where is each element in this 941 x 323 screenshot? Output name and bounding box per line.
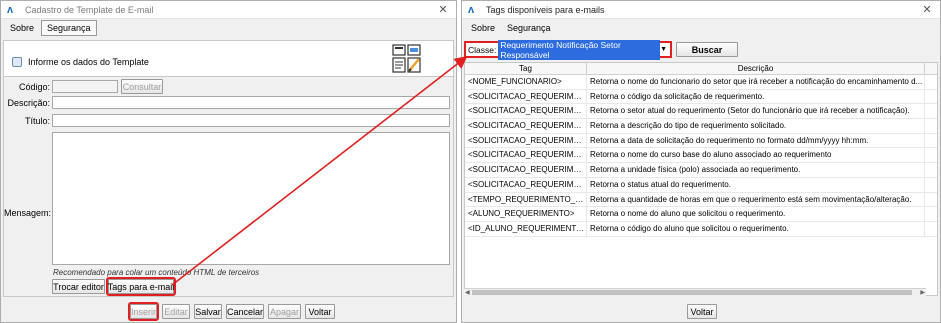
description-cell: Retorna a data de solicitação do requeri… [587,133,925,148]
tag-cell: <SOLICITACAO_REQUERIMENT... [465,133,587,148]
table-row[interactable]: <ID_ALUNO_REQUERIMENTO> Retorna o código … [465,221,937,237]
dropdown-arrow-icon[interactable]: ▼ [660,46,667,53]
codigo-field[interactable] [52,80,118,93]
titulo-field[interactable] [52,114,450,127]
trocar-editor-button[interactable]: Trocar editor [52,279,105,294]
description-cell: Retorna o código do aluno que solicitou … [587,221,925,236]
tag-cell: <SOLICITACAO_REQUERIMENT... [465,89,587,104]
template-email-window: ʌ Cadastro de Template de E-mail ✕ Sobre… [0,0,457,323]
tag-cell: <SOLICITACAO_REQUERIMENT... [465,163,587,177]
template-panel: Informe os dados do Template Código: Con… [3,40,454,297]
classe-bar: Classe: Requerimento Notificação Setor R… [464,39,938,60]
descricao-field[interactable] [52,96,450,109]
table-row[interactable]: <SOLICITACAO_REQUERIMENT... Retorna a des… [465,119,937,134]
tag-cell: <SOLICITACAO_REQUERIMENT... [465,177,587,192]
description-cell: Retorna o nome do funcionario do setor q… [587,75,925,89]
tag-cell: <TEMPO_REQUERIMENTO_SEM... [465,192,587,207]
table-row[interactable]: <SOLICITACAO_REQUERIMENT... Retorna o nom… [465,148,937,164]
voltar-right-button[interactable]: Voltar [687,304,717,319]
description-cell: Retorna a descrição do tipo de requerime… [587,119,925,133]
table-row[interactable]: <SOLICITACAO_REQUERIMENT... Retorna o cód… [465,89,937,105]
tag-cell: <SOLICITACAO_REQUERIMENT... [465,104,587,119]
menu-seguranca[interactable]: Segurança [502,21,556,35]
apagar-button[interactable]: Apagar [268,304,301,319]
panel-header: Informe os dados do Template [4,41,453,77]
table-body: <NOME_FUNCIONARIO> Retorna o nome do func… [465,75,937,237]
html-hint: Recomendado para colar um conteúdo HTML … [53,268,260,277]
table-row[interactable]: <ALUNO_REQUERIMENTO> Retorna o nome do al… [465,207,937,222]
left-menubar: Sobre Segurança [1,19,456,37]
tags-window: ʌ Tags disponíveis para e-mails ✕ Sobre … [461,0,941,323]
tag-cell: <SOLICITACAO_REQUERIMENT... [465,148,587,163]
template-icon [392,44,421,73]
right-window-title: Tags disponíveis para e-mails [486,4,605,15]
titulo-label: Título: [24,116,50,126]
description-cell: Retorna a quantidade de horas em que o r… [587,192,925,207]
right-titlebar: ʌ Tags disponíveis para e-mails ✕ [462,1,940,19]
tag-cell: <ID_ALUNO_REQUERIMENTO> [465,221,587,236]
consultar-button[interactable]: Consultar [121,79,163,94]
codigo-label: Código: [18,82,50,92]
salvar-button[interactable]: Salvar [194,304,222,319]
mensagem-textarea[interactable] [52,132,450,265]
table-row[interactable]: <SOLICITACAO_REQUERIMENT... Retorna o sta… [465,177,937,193]
menu-seguranca[interactable]: Segurança [41,20,97,36]
tag-cell: <ALUNO_REQUERIMENTO> [465,207,587,221]
app-logo-icon: ʌ [468,3,475,16]
description-cell: Retorna o nome do curso base do aluno as… [587,148,925,163]
description-cell: Retorna o setor atual do requerimento (S… [587,104,925,119]
panel-title: Informe os dados do Template [28,57,149,67]
table-header: Tag Descrição [465,63,937,75]
table-row[interactable]: <NOME_FUNCIONARIO> Retorna o nome do func… [465,75,937,90]
inserir-button[interactable]: Inserir [128,302,159,321]
menu-sobre[interactable]: Sobre [466,21,500,35]
column-header-descricao[interactable]: Descrição [587,63,925,74]
close-icon[interactable]: ✕ [430,3,456,16]
voltar-left-button[interactable]: Voltar [305,304,335,319]
mensagem-label: Mensagem: [4,208,52,218]
close-icon[interactable]: ✕ [914,3,940,16]
app-logo-icon: ʌ [7,3,14,16]
left-window-title: Cadastro de Template de E-mail [25,4,154,15]
table-row[interactable]: <SOLICITACAO_REQUERIMENT... Retorna o set… [465,104,937,120]
scroll-thumb[interactable] [472,290,912,295]
classe-value: Requerimento Notificação Setor Responsáv… [498,39,661,60]
tags-table: Tag Descrição <NOME_FUNCIONARIO> Retorna … [464,62,938,296]
cancelar-button[interactable]: Cancelar [226,304,264,319]
description-cell: Retorna o código da solicitação de reque… [587,89,925,104]
column-header-tag[interactable]: Tag [465,63,587,74]
table-row[interactable]: <TEMPO_REQUERIMENTO_SEM... Retorna a quan… [465,192,937,208]
horizontal-scrollbar[interactable]: ◀ ▶ [464,288,926,296]
scroll-right-icon[interactable]: ▶ [920,289,925,296]
description-cell: Retorna a unidade física (polo) associad… [587,163,925,177]
classe-select[interactable]: Classe: Requerimento Notificação Setor R… [464,39,672,60]
table-row[interactable]: <SOLICITACAO_REQUERIMENT... Retorna a uni… [465,163,937,178]
form-icon [12,57,22,67]
tags-email-button[interactable]: Tags para e-mail [106,277,176,296]
tag-cell: <SOLICITACAO_REQUERIMENT... [465,119,587,133]
scroll-left-icon[interactable]: ◀ [465,289,470,296]
description-cell: Retorna o status atual do requerimento. [587,177,925,192]
table-row[interactable]: <SOLICITACAO_REQUERIMENT... Retorna a dat… [465,133,937,149]
left-titlebar: ʌ Cadastro de Template de E-mail ✕ [1,1,456,19]
editar-button[interactable]: Editar [162,304,190,319]
buscar-button[interactable]: Buscar [676,42,738,57]
tag-cell: <NOME_FUNCIONARIO> [465,75,587,89]
description-cell: Retorna o nome do aluno que solicitou o … [587,207,925,221]
right-menubar: Sobre Segurança [462,19,940,37]
descricao-label: Descrição: [7,98,50,108]
classe-label: Classe: [468,44,497,55]
menu-sobre[interactable]: Sobre [5,21,39,35]
